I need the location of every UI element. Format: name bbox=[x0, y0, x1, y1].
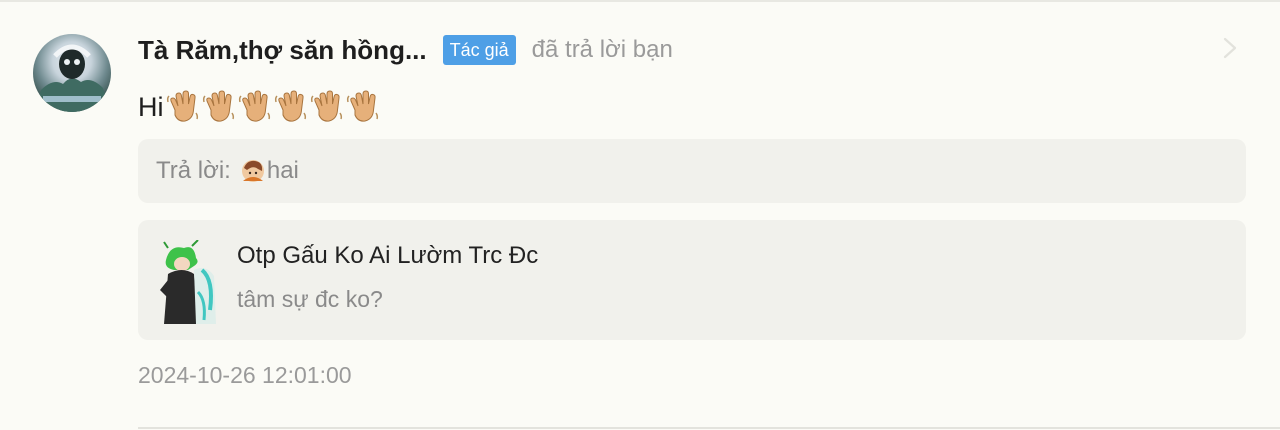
waving-hand-icon bbox=[166, 90, 198, 122]
chevron-right-icon[interactable] bbox=[1218, 34, 1242, 62]
waving-hand-icon bbox=[346, 90, 378, 122]
emoji-row bbox=[166, 90, 382, 124]
comment-timestamp: 2024-10-26 12:01:00 bbox=[138, 362, 352, 388]
waving-hand-icon bbox=[238, 90, 270, 122]
quoted-post-title: Otp Gấu Ko Ai Lườm Trc Đc bbox=[237, 242, 539, 269]
reply-target-name[interactable]: hai bbox=[267, 157, 299, 185]
bottom-divider bbox=[138, 427, 1280, 429]
reply-status: đã trả lời bạn bbox=[531, 36, 673, 63]
waving-hand-icon bbox=[202, 90, 234, 122]
author-badge: Tác giả bbox=[442, 35, 516, 65]
waving-hand-icon bbox=[310, 90, 342, 122]
comment-header: Tà Răm,thợ săn hồng... Tác giả đã trả lờ… bbox=[138, 30, 673, 70]
quoted-post-card[interactable]: Otp Gấu Ko Ai Lườm Trc Đc tâm sự đc ko? bbox=[138, 220, 1246, 340]
post-thumbnail bbox=[154, 240, 222, 324]
waving-hand-icon bbox=[274, 90, 306, 122]
user-avatar-icon bbox=[241, 160, 264, 182]
top-divider bbox=[0, 0, 1280, 2]
reply-reference[interactable]: Trả lời: hai bbox=[138, 139, 1246, 203]
author-avatar[interactable] bbox=[33, 34, 111, 112]
author-name[interactable]: Tà Răm,thợ săn hồng... bbox=[138, 35, 427, 66]
message-text: Hi⁣ bbox=[138, 91, 164, 122]
quoted-post-text: tâm sự đc ko? bbox=[237, 286, 383, 312]
comment-message: Hi⁣ bbox=[138, 88, 382, 126]
reply-label: Trả lời: bbox=[156, 157, 231, 184]
